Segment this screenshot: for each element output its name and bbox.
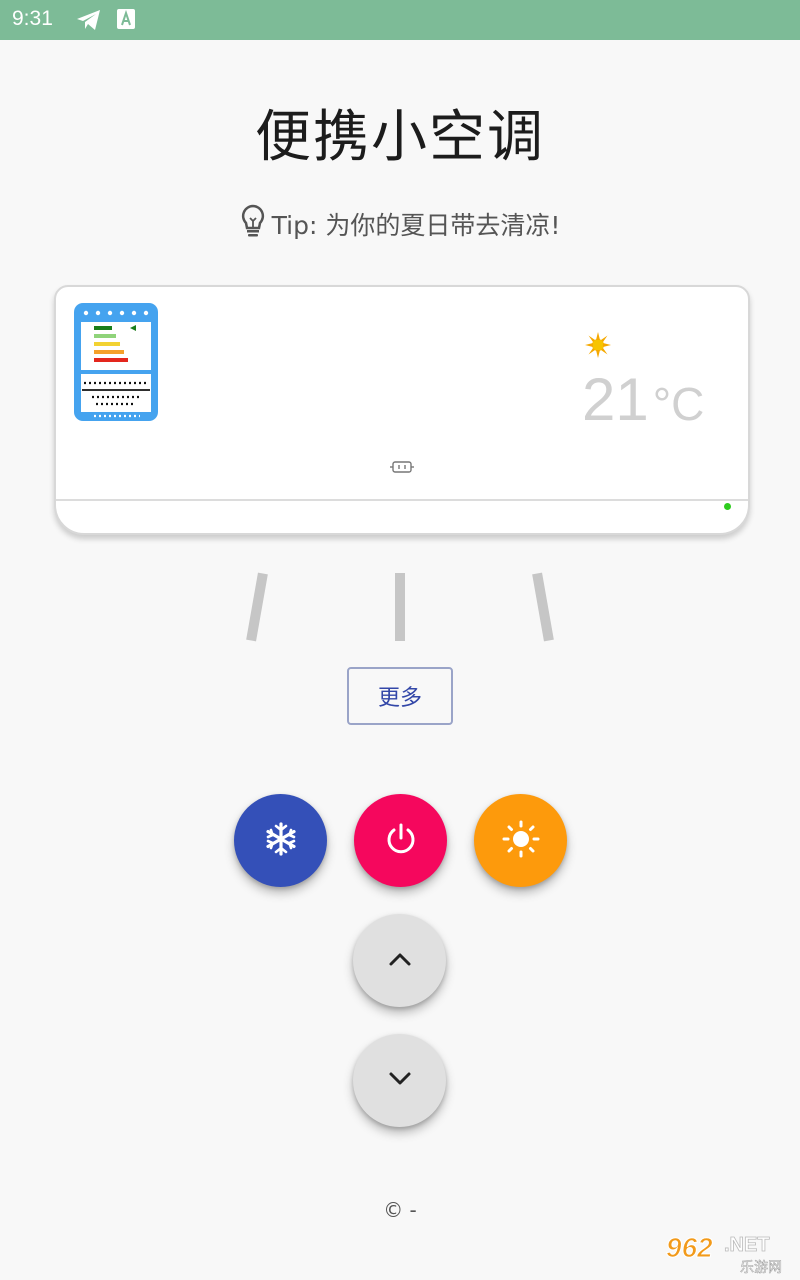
status-bar: 9:31 bbox=[0, 0, 800, 40]
watermark-number: 962 bbox=[666, 1232, 713, 1263]
airflow-line-left bbox=[246, 572, 268, 642]
chevron-down-icon bbox=[387, 1071, 413, 1091]
air-conditioner-display: 21°C bbox=[54, 285, 750, 535]
energy-label-icon bbox=[74, 303, 158, 425]
chevron-up-icon bbox=[387, 951, 413, 971]
tip-text: Tip: 为你的夏日带去清凉! bbox=[271, 211, 561, 240]
temperature-up-button[interactable] bbox=[353, 914, 446, 1007]
temperature-display: 21°C bbox=[582, 365, 704, 434]
status-time: 9:31 bbox=[12, 7, 53, 30]
telegram-icon bbox=[76, 9, 102, 35]
temperature-down-button[interactable] bbox=[353, 1034, 446, 1127]
airflow-line-right bbox=[532, 572, 554, 642]
watermark-suffix: .NET bbox=[724, 1234, 770, 1256]
temperature-unit: °C bbox=[652, 378, 705, 430]
sun-icon bbox=[502, 820, 540, 862]
temperature-value: 21 bbox=[582, 366, 649, 433]
watermark-subtitle: 乐游网 bbox=[740, 1260, 782, 1276]
snowflake-icon bbox=[263, 821, 299, 861]
power-button[interactable] bbox=[354, 794, 447, 887]
keyboard-a-icon bbox=[117, 9, 135, 33]
copyright-text: © - bbox=[383, 1198, 417, 1222]
power-icon bbox=[384, 822, 418, 860]
more-button[interactable]: 更多 bbox=[347, 667, 453, 725]
watermark-logo: 962 .NET 乐游网 bbox=[664, 1230, 796, 1277]
brand-logo-icon bbox=[390, 459, 414, 479]
heat-mode-button[interactable] bbox=[474, 794, 567, 887]
ac-vent-line bbox=[56, 499, 748, 501]
lightbulb-icon bbox=[240, 204, 266, 244]
cool-mode-button[interactable] bbox=[234, 794, 327, 887]
power-indicator-led bbox=[724, 503, 731, 510]
airflow-line-center bbox=[395, 573, 405, 641]
sun-icon bbox=[584, 331, 612, 363]
tip: Tip: 为你的夏日带去清凉! bbox=[0, 204, 800, 244]
page-title: 便携小空调 bbox=[255, 105, 545, 170]
